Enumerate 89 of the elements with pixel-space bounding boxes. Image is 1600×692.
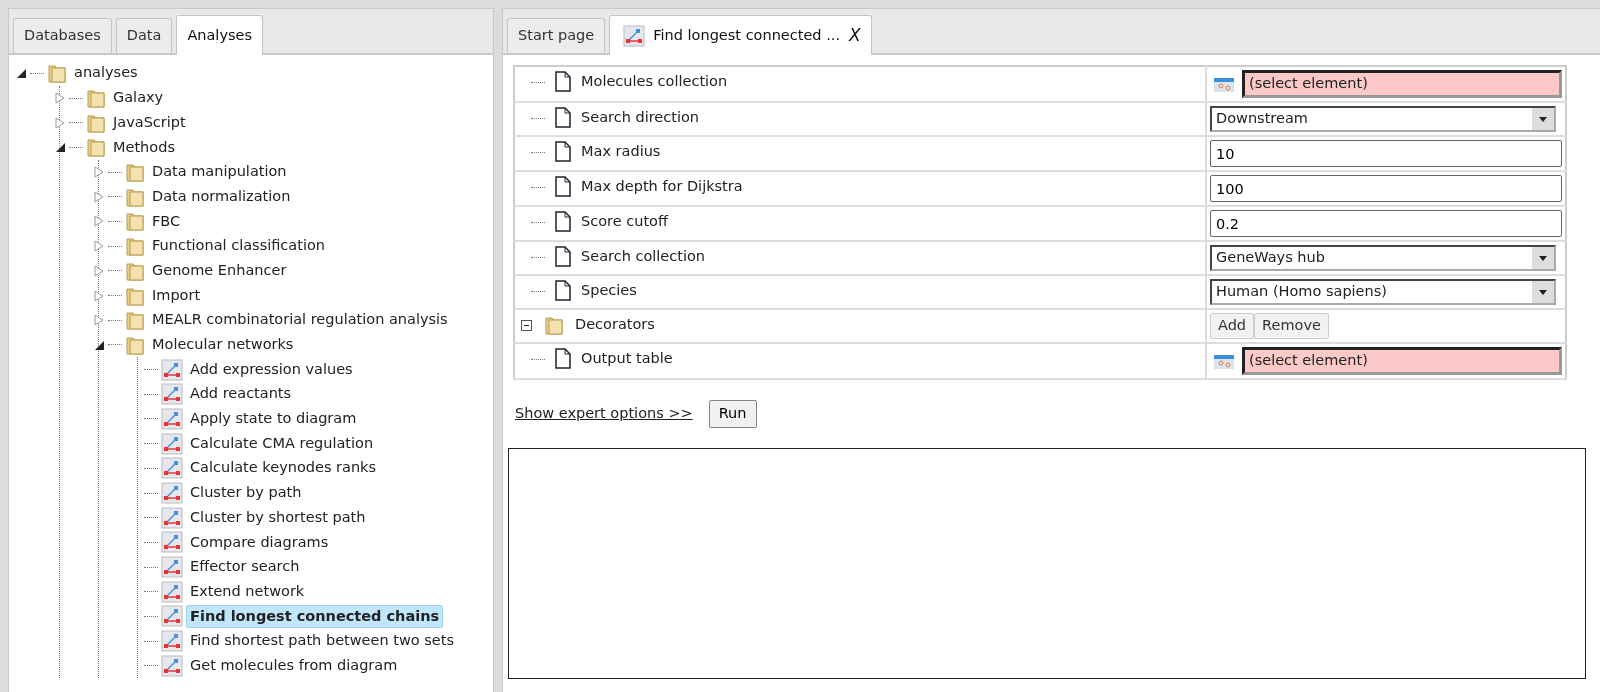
tree-item[interactable]: Apply state to diagram <box>186 407 361 431</box>
tree-item[interactable]: Effector search <box>186 555 304 579</box>
parameter-label: Score cutoff <box>581 212 668 232</box>
network-icon <box>161 482 183 505</box>
tree-item[interactable]: Data normalization <box>148 184 295 209</box>
run-button[interactable]: Run <box>708 400 757 428</box>
tree-item[interactable]: Cluster by shortest path <box>186 505 370 530</box>
input-field[interactable]: 0.2 <box>1210 210 1562 237</box>
parameter-label: Search direction <box>581 108 699 128</box>
parameter-label: Decorators <box>575 315 655 335</box>
network-icon <box>161 383 183 406</box>
document-icon <box>554 280 572 302</box>
tree-item[interactable]: MEALR combinatorial regulation analysis <box>148 308 452 333</box>
tree-item[interactable]: Import <box>148 283 205 308</box>
caret-icon <box>1538 288 1548 296</box>
tree-item[interactable]: FBC <box>148 209 185 234</box>
network-icon <box>161 407 183 430</box>
parameter-label: Max depth for Dijkstra <box>581 177 743 197</box>
dropdown[interactable]: Downstream <box>1210 106 1556 132</box>
input-field[interactable]: 10 <box>1210 140 1562 167</box>
parameter-label: Output table <box>581 349 673 369</box>
document-icon <box>554 71 572 93</box>
folder-icon <box>125 210 145 233</box>
tree-item[interactable]: Add reactants <box>186 382 296 407</box>
network-icon <box>161 630 183 653</box>
element-field[interactable]: (select element) <box>1242 347 1562 375</box>
parameter-label: Molecules collection <box>581 72 728 92</box>
folder-icon <box>544 314 566 336</box>
network-icon <box>161 556 183 579</box>
document-icon <box>554 107 572 129</box>
parameter-label: Search collection <box>581 247 705 267</box>
network-icon <box>161 654 183 677</box>
tree-item[interactable]: Add expression values <box>186 357 357 382</box>
dropdown[interactable]: Human (Homo sapiens) <box>1210 279 1556 305</box>
parameter-label: Species <box>581 281 637 301</box>
tree-item[interactable]: Methods <box>109 135 179 160</box>
document-icon <box>554 246 572 268</box>
tab[interactable]: Analyses <box>176 15 263 55</box>
folder-icon <box>125 235 145 258</box>
caret-icon <box>1538 115 1548 123</box>
tree-item[interactable]: Genome Enhancer <box>148 258 291 283</box>
tree-item[interactable]: Data manipulation <box>148 160 291 184</box>
document-icon <box>554 176 572 198</box>
document-icon <box>554 211 572 233</box>
network-icon <box>161 432 183 455</box>
tree-item[interactable]: analyses <box>70 61 142 86</box>
parameter-label: Max radius <box>581 142 661 162</box>
tree-item[interactable]: Compare diagrams <box>186 530 333 555</box>
collapse-icon[interactable] <box>521 319 532 331</box>
tree-item[interactable]: Functional classification <box>148 234 329 259</box>
input-field[interactable]: 100 <box>1210 175 1562 202</box>
folder-icon <box>47 62 67 85</box>
folder-icon <box>86 136 106 159</box>
tree-item[interactable]: Calculate keynodes ranks <box>186 456 381 481</box>
tree-item[interactable]: Extend network <box>186 579 309 604</box>
tree-item[interactable]: Galaxy <box>109 86 168 110</box>
expander-icon[interactable] <box>15 67 27 80</box>
tree-item[interactable]: Get molecules from diagram <box>186 653 402 678</box>
caret-icon <box>1538 254 1548 262</box>
tree-item[interactable]: JavaScript <box>109 110 190 135</box>
network-icon <box>161 457 183 480</box>
document-icon <box>554 141 572 163</box>
dropdown[interactable]: GeneWays hub <box>1210 245 1556 271</box>
tree-item[interactable]: Calculate CMA regulation <box>186 431 378 456</box>
group-button[interactable]: Add <box>1210 313 1255 339</box>
network-icon <box>161 506 183 529</box>
tab[interactable]: Databases <box>13 18 112 53</box>
tree-item[interactable]: Molecular networks <box>148 333 298 357</box>
close-button[interactable]: X <box>849 22 861 49</box>
network-icon <box>161 531 183 554</box>
tree-item[interactable]: Find longest connected chains <box>186 604 444 629</box>
show-expert-options-link[interactable]: Show expert options >> <box>515 403 693 425</box>
network-icon <box>623 24 646 47</box>
network-icon <box>161 605 183 628</box>
tab-label[interactable]: Find longest connected ... <box>653 24 840 47</box>
folder-icon <box>125 309 145 332</box>
tab[interactable]: Start page <box>507 18 606 53</box>
expander-icon[interactable] <box>54 141 66 154</box>
tab-control[interactable]: Find longest connected ... X <box>609 15 872 55</box>
document-icon <box>554 348 572 370</box>
tab[interactable]: Data <box>115 18 173 53</box>
network-icon <box>161 580 183 603</box>
folder-icon <box>125 161 145 184</box>
element-field[interactable]: (select element) <box>1242 70 1562 98</box>
group-button[interactable]: Remove <box>1254 313 1329 339</box>
tree-item[interactable]: Cluster by path <box>186 481 306 505</box>
network-icon <box>161 358 183 381</box>
folder-icon <box>86 87 106 110</box>
tree-item[interactable]: Find shortest path between two sets <box>186 629 458 654</box>
